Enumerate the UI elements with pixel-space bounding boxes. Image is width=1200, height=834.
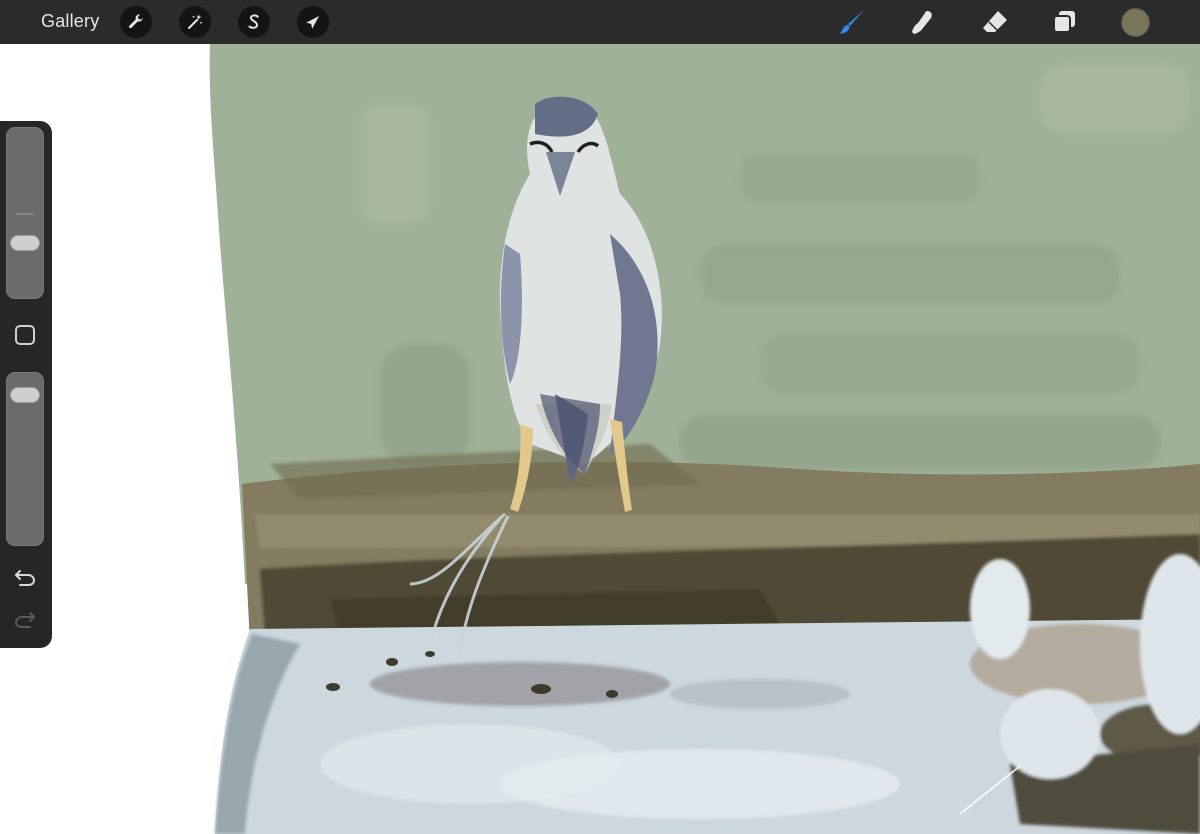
redo-button[interactable] (12, 609, 38, 631)
undo-arrow-icon (15, 570, 36, 586)
arrow-cursor-icon (306, 16, 319, 29)
eraser-icon (983, 11, 1007, 32)
layers-icon (1053, 11, 1075, 33)
modify-button[interactable] (15, 325, 35, 345)
top-toolbar: Gallery (0, 0, 1200, 44)
color-picker-button[interactable] (1121, 8, 1150, 37)
smudge-finger-icon (912, 11, 932, 34)
eraser-tool-button[interactable] (980, 7, 1010, 37)
smudge-tool-button[interactable] (908, 7, 938, 37)
slider-tick (16, 213, 34, 215)
gallery-button[interactable]: Gallery (41, 11, 99, 32)
redo-arrow-icon (14, 612, 35, 628)
opacity-slider[interactable] (6, 372, 44, 546)
actions-button[interactable] (120, 6, 152, 38)
layers-tool-button[interactable] (1050, 7, 1080, 37)
selection-s-icon (248, 14, 259, 29)
adjustments-button[interactable] (179, 6, 211, 38)
brush-size-slider[interactable] (6, 127, 44, 299)
selection-button[interactable] (238, 6, 270, 38)
wrench-icon (129, 14, 144, 29)
transform-button[interactable] (297, 6, 329, 38)
brush-tool-button[interactable] (837, 7, 867, 37)
magic-wand-icon (188, 14, 202, 29)
undo-button[interactable] (12, 567, 38, 589)
brush-icon (840, 10, 864, 34)
drawing-canvas[interactable] (0, 44, 1200, 834)
left-sidebar (0, 121, 52, 648)
brush-size-thumb[interactable] (10, 234, 40, 251)
opacity-thumb[interactable] (10, 386, 40, 403)
